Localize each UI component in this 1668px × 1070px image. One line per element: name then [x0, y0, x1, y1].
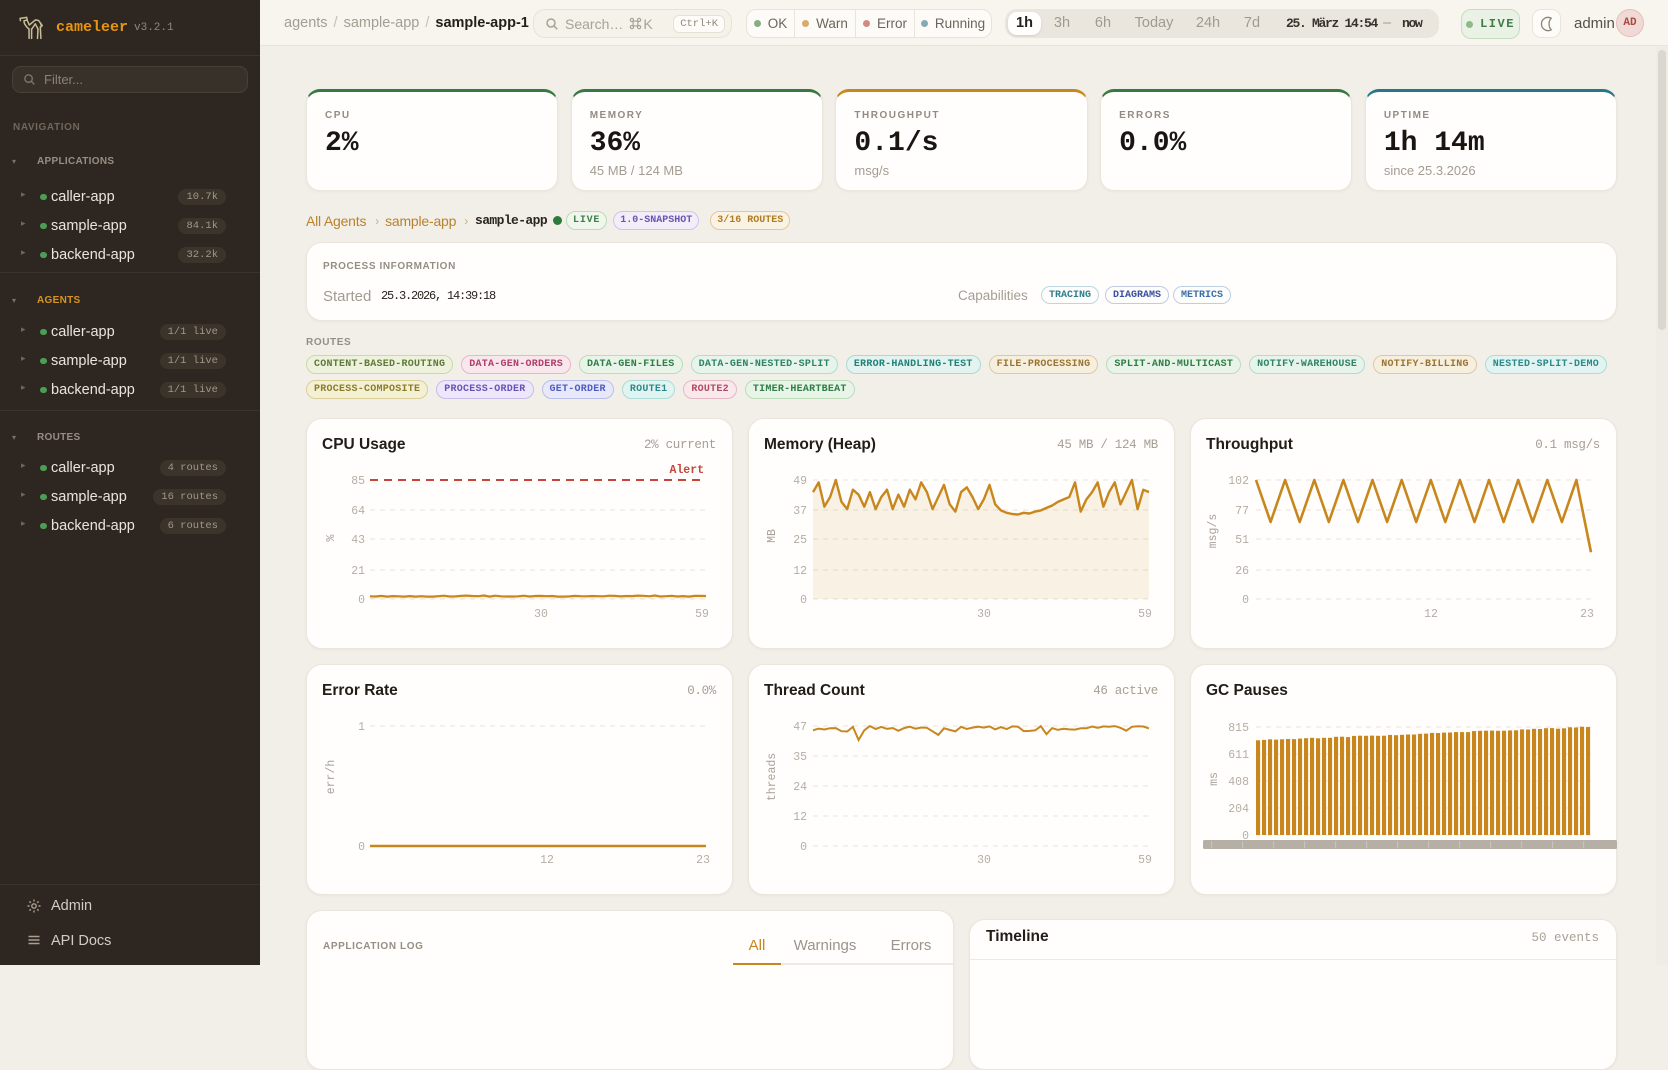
svg-text:102: 102 [1228, 475, 1249, 488]
svg-text:0: 0 [800, 594, 807, 607]
svg-text:Alert: Alert [669, 464, 704, 477]
svg-text:12: 12 [540, 854, 554, 867]
svg-text:%: % [325, 534, 338, 541]
svg-text:25: 25 [793, 534, 807, 547]
svg-text:0: 0 [358, 841, 365, 854]
svg-text:204: 204 [1228, 803, 1249, 816]
svg-text:49: 49 [793, 475, 807, 488]
svg-text:msg/s: msg/s [1207, 514, 1220, 549]
svg-text:1: 1 [358, 721, 365, 734]
svg-text:37: 37 [793, 505, 807, 518]
svg-text:0: 0 [1242, 594, 1249, 607]
svg-text:30: 30 [977, 608, 991, 621]
svg-text:0: 0 [358, 594, 365, 607]
svg-text:ms: ms [1208, 772, 1221, 786]
svg-text:59: 59 [695, 608, 709, 621]
svg-text:64: 64 [351, 505, 365, 518]
svg-text:MB: MB [766, 529, 779, 543]
svg-text:12: 12 [793, 811, 807, 824]
svg-text:30: 30 [977, 854, 991, 867]
svg-text:threads: threads [766, 753, 779, 801]
svg-text:26: 26 [1235, 565, 1249, 578]
svg-text:err/h: err/h [325, 760, 338, 795]
svg-text:51: 51 [1235, 534, 1249, 547]
svg-text:815: 815 [1228, 722, 1249, 735]
svg-text:43: 43 [351, 534, 365, 547]
svg-text:21: 21 [351, 565, 365, 578]
svg-text:85: 85 [351, 475, 365, 488]
svg-text:35: 35 [793, 751, 807, 764]
svg-text:30: 30 [534, 608, 548, 621]
svg-text:59: 59 [1138, 854, 1152, 867]
svg-text:23: 23 [1580, 608, 1594, 621]
svg-text:23: 23 [696, 854, 710, 867]
svg-text:77: 77 [1235, 505, 1249, 518]
svg-text:12: 12 [1424, 608, 1438, 621]
svg-text:59: 59 [1138, 608, 1152, 621]
svg-text:12: 12 [793, 565, 807, 578]
svg-text:47: 47 [793, 721, 807, 734]
svg-text:24: 24 [793, 781, 807, 794]
svg-text:0: 0 [800, 841, 807, 854]
svg-text:408: 408 [1228, 776, 1249, 789]
svg-text:611: 611 [1228, 749, 1249, 762]
